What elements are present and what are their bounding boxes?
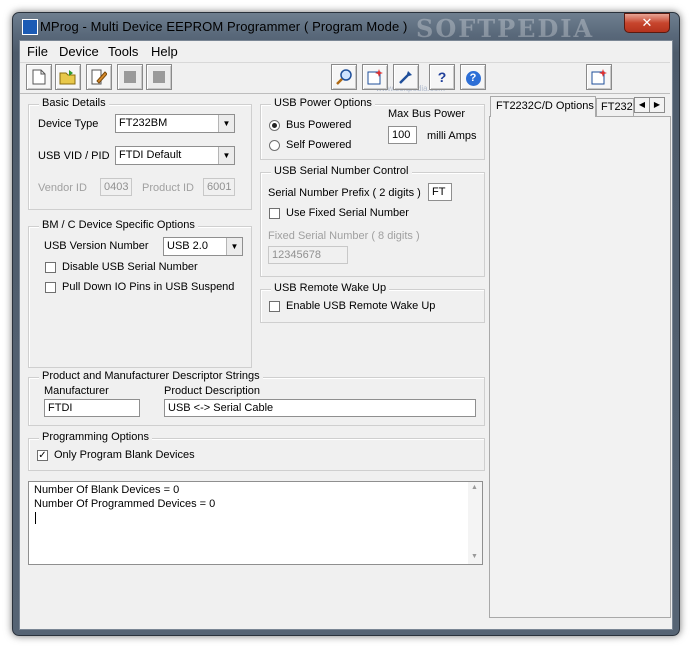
log-scrollbar[interactable]: ▲ ▼ <box>468 482 482 564</box>
milliamps-label: milli Amps <box>427 130 477 142</box>
program-button-2[interactable] <box>586 64 612 90</box>
pulldown-label: Pull Down IO Pins in USB Suspend <box>62 281 235 293</box>
fixed-serial-field[interactable]: 12345678 <box>268 246 348 264</box>
bus-powered-label: Bus Powered <box>286 119 352 131</box>
erase-button[interactable] <box>393 64 419 90</box>
scroll-up-icon: ▲ <box>471 484 478 491</box>
self-powered-label: Self Powered <box>286 139 352 151</box>
scroll-down-icon: ▼ <box>471 553 478 560</box>
menu-file[interactable]: File <box>27 44 48 59</box>
open-folder-icon <box>59 70 76 85</box>
disable-serial-checkbox[interactable] <box>45 262 56 273</box>
pulldown-checkbox[interactable] <box>45 282 56 293</box>
manufacturer-field[interactable]: FTDI <box>44 399 140 417</box>
usb-version-label: USB Version Number <box>44 240 149 252</box>
program-icon <box>591 69 607 85</box>
tab-ft2232cd-label: FT2232C/D Options <box>496 100 594 112</box>
window-title: MProg - Multi Device EEPROM Programmer (… <box>40 19 408 34</box>
fixed-serial-label: Fixed Serial Number ( 8 digits ) <box>268 230 420 242</box>
chevron-down-icon: ▼ <box>226 238 242 255</box>
save-as-button[interactable] <box>146 64 172 90</box>
menu-tools[interactable]: Tools <box>108 44 138 59</box>
bus-powered-radio[interactable] <box>269 120 280 131</box>
chevron-down-icon: ▼ <box>218 115 234 132</box>
manufacturer-label: Manufacturer <box>44 385 109 397</box>
description-label: Product Description <box>164 385 260 397</box>
only-blank-checkbox[interactable]: ✓ <box>37 450 48 461</box>
programming-options-title: Programming Options <box>39 431 152 443</box>
vidpid-value: FTDI Default <box>119 149 182 161</box>
basic-details-title: Basic Details <box>39 97 109 109</box>
product-id-field[interactable]: 6001 <box>203 178 235 196</box>
new-file-icon <box>32 69 46 85</box>
device-type-select[interactable]: FT232BM ▼ <box>115 114 235 133</box>
save-icon <box>124 71 136 83</box>
bmc-options-title: BM / C Device Specific Options <box>39 219 198 231</box>
about-button[interactable]: ? <box>460 64 486 90</box>
scan-button[interactable] <box>331 64 357 90</box>
chevron-right-icon: ▶ <box>653 100 661 109</box>
serial-control-title: USB Serial Number Control <box>271 165 412 177</box>
enable-wake-checkbox[interactable] <box>269 301 280 312</box>
device-type-label: Device Type <box>38 118 99 130</box>
serial-prefix-field[interactable]: FT <box>428 183 452 201</box>
description-field[interactable]: USB <-> Serial Cable <box>164 399 476 417</box>
log-line-programmed: Number Of Programmed Devices = 0 <box>34 498 216 510</box>
log-line-blank: Number Of Blank Devices = 0 <box>34 484 180 496</box>
descriptor-strings-title: Product and Manufacturer Descriptor Stri… <box>39 370 263 382</box>
menu-help[interactable]: Help <box>151 44 178 59</box>
save-as-icon <box>153 71 165 83</box>
watermark: SOFTPEDIA <box>416 14 595 43</box>
tab-content <box>489 116 671 618</box>
open-button[interactable] <box>55 64 81 90</box>
vidpid-select[interactable]: FTDI Default ▼ <box>115 146 235 165</box>
disable-serial-label: Disable USB Serial Number <box>62 261 198 273</box>
help-button[interactable]: ? <box>429 64 455 90</box>
program-icon <box>367 69 383 85</box>
scan-icon <box>336 69 352 85</box>
close-button[interactable]: ✕ <box>624 13 670 33</box>
help-icon: ? <box>437 69 447 85</box>
use-fixed-serial-label: Use Fixed Serial Number <box>286 207 409 219</box>
vendor-id-field[interactable]: 0403 <box>100 178 132 196</box>
edit-button[interactable] <box>86 64 112 90</box>
max-bus-power-field[interactable]: 100 <box>388 126 417 144</box>
tab-scroll-right[interactable]: ▶ <box>649 97 665 113</box>
app-icon <box>22 19 38 35</box>
vendor-id-label: Vendor ID <box>38 182 87 194</box>
self-powered-radio[interactable] <box>269 140 280 151</box>
new-button[interactable] <box>26 64 52 90</box>
output-log[interactable]: Number Of Blank Devices = 0 Number Of Pr… <box>28 481 483 565</box>
only-blank-label: Only Program Blank Devices <box>54 449 195 461</box>
menu-bar: File Device Tools Help <box>20 41 670 61</box>
text-caret <box>35 512 36 524</box>
tab-ft232[interactable]: FT232 <box>596 98 634 116</box>
vidpid-label: USB VID / PID <box>38 150 110 162</box>
max-bus-power-label: Max Bus Power <box>388 108 466 120</box>
tab-scroll-left[interactable]: ◀ <box>634 97 650 113</box>
erase-icon <box>399 71 412 84</box>
product-id-label: Product ID <box>142 182 194 194</box>
about-icon: ? <box>465 71 481 86</box>
save-button[interactable] <box>117 64 143 90</box>
usb-version-value: USB 2.0 <box>167 240 208 252</box>
menu-device[interactable]: Device <box>59 44 99 59</box>
tab-ft232-label: FT232 <box>601 101 633 113</box>
program-button[interactable] <box>362 64 388 90</box>
device-type-value: FT232BM <box>119 117 168 129</box>
enable-wake-label: Enable USB Remote Wake Up <box>286 300 436 312</box>
edit-icon <box>91 69 108 85</box>
power-options-title: USB Power Options <box>271 97 375 109</box>
chevron-down-icon: ▼ <box>218 147 234 164</box>
use-fixed-serial-checkbox[interactable] <box>269 208 280 219</box>
tab-ft2232cd-options[interactable]: FT2232C/D Options <box>490 96 596 117</box>
chevron-left-icon: ◀ <box>638 100 646 109</box>
serial-prefix-label: Serial Number Prefix ( 2 digits ) <box>268 187 421 199</box>
usb-version-select[interactable]: USB 2.0 ▼ <box>163 237 243 256</box>
remote-wake-title: USB Remote Wake Up <box>271 282 390 294</box>
